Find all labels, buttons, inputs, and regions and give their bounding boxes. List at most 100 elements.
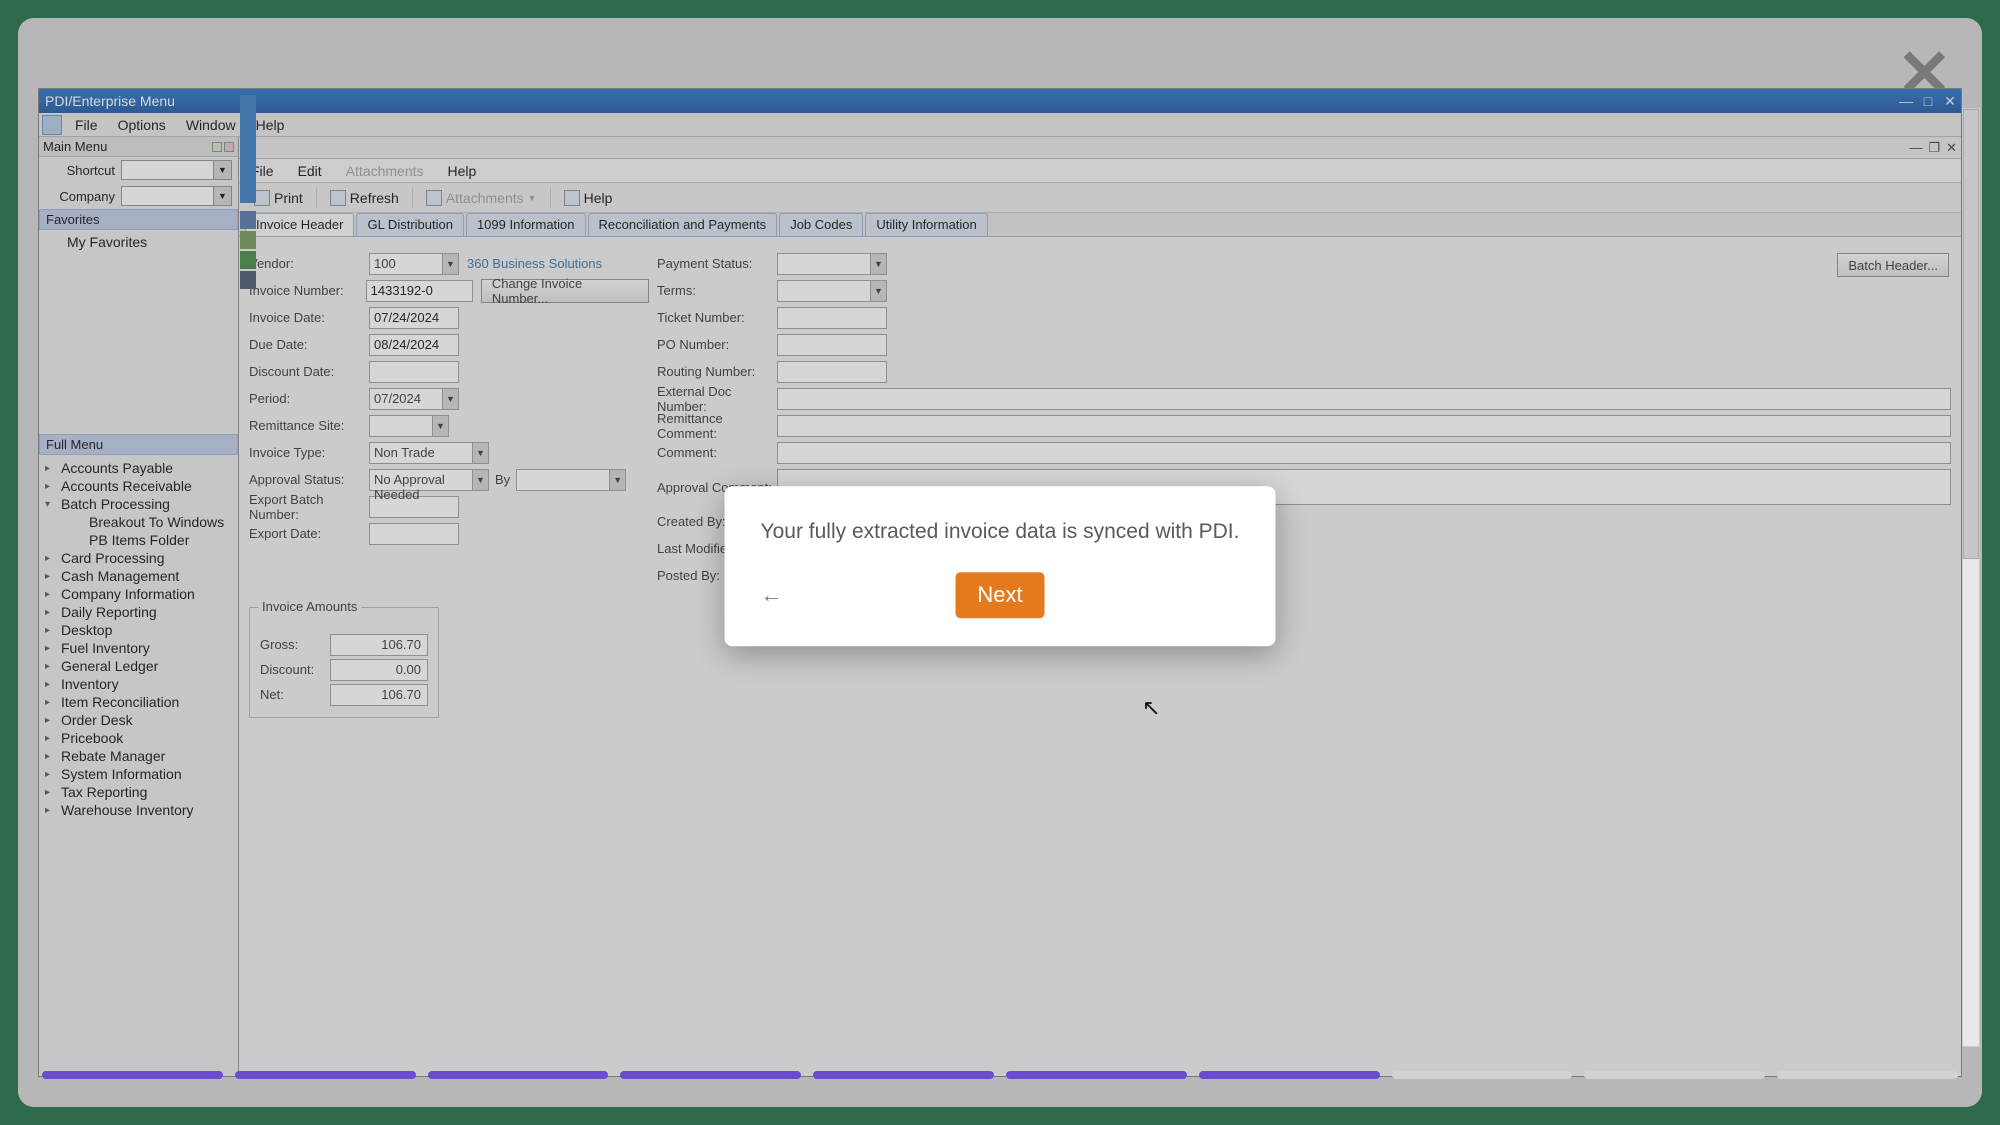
approval-by-field[interactable]: ▼	[516, 469, 626, 491]
submenu-help[interactable]: Help	[436, 163, 489, 179]
invoice-form: Batch Header... Vendor: 100▼ 360 Busines…	[239, 237, 1961, 1076]
menu-options[interactable]: Options	[108, 117, 176, 133]
tab-utility-information[interactable]: Utility Information	[865, 213, 987, 236]
change-invoice-number-button[interactable]: Change Invoice Number...	[481, 279, 649, 303]
marker-icon[interactable]	[240, 231, 256, 249]
label-period: Period:	[249, 391, 369, 406]
tree-item[interactable]: ▸Item Reconciliation	[39, 693, 238, 711]
label-invoice-number: Invoice Number:	[249, 283, 366, 298]
tree-item[interactable]: ▸General Ledger	[39, 657, 238, 675]
favorites-header[interactable]: Favorites	[39, 209, 238, 230]
tree-item[interactable]: ▸PB Items Folder	[39, 531, 238, 549]
shortcut-combo[interactable]: ▼	[121, 160, 232, 180]
tree-item[interactable]: ▾Batch Processing	[39, 495, 238, 513]
tree-item[interactable]: ▸Breakout To Windows	[39, 513, 238, 531]
due-date-field[interactable]	[369, 334, 459, 356]
fullmenu-header[interactable]: Full Menu	[39, 434, 238, 455]
routing-number-field[interactable]	[777, 361, 887, 383]
remittance-site-field[interactable]: ▼	[369, 415, 449, 437]
tree-item[interactable]: ▸Fuel Inventory	[39, 639, 238, 657]
tree-item[interactable]: ▸Daily Reporting	[39, 603, 238, 621]
attachments-label: Attachments	[446, 190, 524, 206]
doc-minimize-icon[interactable]: —	[1909, 140, 1922, 155]
po-number-field[interactable]	[777, 334, 887, 356]
pager-segment[interactable]	[235, 1071, 416, 1079]
menu-window[interactable]: Window	[176, 117, 246, 133]
external-doc-field[interactable]	[777, 388, 1951, 410]
tree-item[interactable]: ▸System Information	[39, 765, 238, 783]
pager-segment[interactable]	[1777, 1071, 1958, 1079]
marker-icon[interactable]	[240, 271, 256, 289]
invoice-number-field[interactable]	[366, 280, 473, 302]
tree-item[interactable]: ▸Company Information	[39, 585, 238, 603]
tree-item[interactable]: ▸Desktop	[39, 621, 238, 639]
comment-field[interactable]	[777, 442, 1951, 464]
approval-status-field[interactable]: No Approval Needed▼	[369, 469, 489, 491]
discount-date-field[interactable]	[369, 361, 459, 383]
chevron-icon: ▸	[45, 715, 61, 726]
vendor-field[interactable]: 100▼	[369, 253, 459, 275]
menu-file[interactable]: File	[65, 117, 108, 133]
export-date-field[interactable]	[369, 523, 459, 545]
side-tab[interactable]	[240, 95, 256, 203]
tab-gl-distribution[interactable]: GL Distribution	[356, 213, 464, 236]
company-combo[interactable]: ▼	[121, 186, 232, 206]
remittance-comment-field[interactable]	[777, 415, 1951, 437]
help-button[interactable]: Help	[555, 186, 622, 210]
tree-item[interactable]: ▸Accounts Payable	[39, 459, 238, 477]
maximize-icon[interactable]: □	[1917, 93, 1939, 109]
pager-segment[interactable]	[1584, 1071, 1765, 1079]
attachments-button[interactable]: Attachments▼	[417, 186, 546, 210]
next-button[interactable]: Next	[955, 572, 1044, 618]
back-button[interactable]: ←	[761, 582, 783, 608]
pager-segment[interactable]	[1199, 1071, 1380, 1079]
tree-item-label: Fuel Inventory	[61, 640, 150, 656]
invoice-type-field[interactable]: Non Trade▼	[369, 442, 489, 464]
pager-segment[interactable]	[428, 1071, 609, 1079]
tab-job-codes[interactable]: Job Codes	[779, 213, 863, 236]
submenu-edit[interactable]: Edit	[286, 163, 334, 179]
terms-field[interactable]: ▼	[777, 280, 887, 302]
tree-item[interactable]: ▸Inventory	[39, 675, 238, 693]
tab-1099-information[interactable]: 1099 Information	[466, 213, 586, 236]
tree-item-label: Accounts Payable	[61, 460, 173, 476]
tree-item[interactable]: ▸Card Processing	[39, 549, 238, 567]
pager-segment[interactable]	[620, 1071, 801, 1079]
pin-icon[interactable]	[212, 142, 234, 152]
tree-item[interactable]: ▸Tax Reporting	[39, 783, 238, 801]
tree-item[interactable]: ▸Cash Management	[39, 567, 238, 585]
tree-item-label: Accounts Receivable	[61, 478, 192, 494]
chevron-icon: ▸	[45, 481, 61, 492]
tab-reconciliation[interactable]: Reconciliation and Payments	[588, 213, 778, 236]
invoice-date-field[interactable]	[369, 307, 459, 329]
refresh-button[interactable]: Refresh	[321, 186, 408, 210]
label-by: By	[495, 472, 510, 487]
tree-item[interactable]: ▸Warehouse Inventory	[39, 801, 238, 819]
favorites-body: My Favorites	[39, 230, 238, 254]
chevron-icon: ▸	[45, 697, 61, 708]
tree-item-label: Warehouse Inventory	[61, 802, 194, 818]
tree-item[interactable]: ▸Order Desk	[39, 711, 238, 729]
pager-segment[interactable]	[813, 1071, 994, 1079]
tree-item[interactable]: ▸Pricebook	[39, 729, 238, 747]
marker-icon[interactable]	[240, 251, 256, 269]
submenu-attachments[interactable]: Attachments	[334, 163, 436, 179]
payment-status-field[interactable]: ▼	[777, 253, 887, 275]
close-window-icon[interactable]: ✕	[1939, 93, 1961, 110]
tree-item[interactable]: ▸Rebate Manager	[39, 747, 238, 765]
tab-invoice-header[interactable]: Invoice Header	[245, 213, 354, 236]
doc-close-icon[interactable]: ✕	[1946, 140, 1957, 156]
scrollbar-thumb[interactable]	[1963, 109, 1979, 559]
ticket-number-field[interactable]	[777, 307, 887, 329]
tree-item[interactable]: ▸Accounts Receivable	[39, 477, 238, 495]
doc-restore-icon[interactable]: ❐	[1928, 140, 1940, 156]
pager-segment[interactable]	[1006, 1071, 1187, 1079]
pager-segment[interactable]	[42, 1071, 223, 1079]
pager-segment[interactable]	[1392, 1071, 1573, 1079]
minimize-icon[interactable]: —	[1895, 93, 1917, 109]
batch-header-button[interactable]: Batch Header...	[1837, 253, 1949, 277]
my-favorites-item[interactable]: My Favorites	[67, 234, 147, 250]
scrollbar[interactable]	[1962, 108, 1980, 1047]
marker-icon[interactable]	[240, 211, 256, 229]
period-field[interactable]: 07/2024▼	[369, 388, 459, 410]
